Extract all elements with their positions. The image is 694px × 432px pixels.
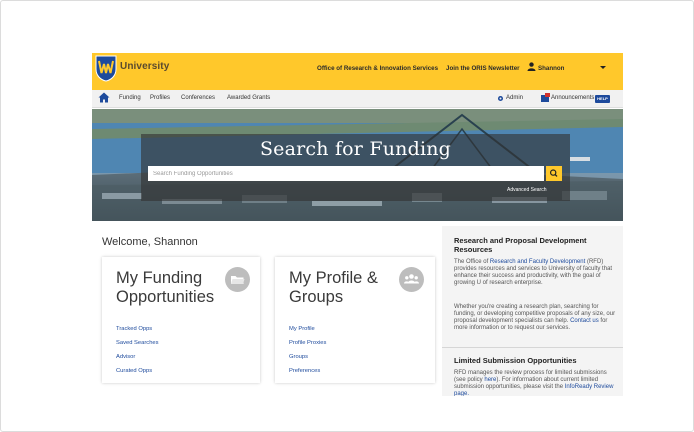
funding-opportunities-card: My Funding Opportunities Tracked Opps Sa…: [102, 257, 260, 383]
preferences-link[interactable]: Preferences: [289, 368, 320, 374]
card-title-line1: My Profile &: [289, 269, 378, 287]
search-title: Search for Funding: [259, 138, 452, 160]
resources-sidebar: Research and Proposal Development Resour…: [442, 226, 623, 396]
hero-banner: Search for Funding Advanced Search: [92, 109, 623, 221]
admin-link[interactable]: Admin: [506, 95, 523, 101]
saved-searches-link[interactable]: Saved Searches: [116, 340, 159, 346]
home-icon[interactable]: [98, 92, 110, 103]
resources-heading: Research and Proposal Development Resour…: [454, 236, 587, 254]
tracked-opps-link[interactable]: Tracked Opps: [116, 326, 152, 332]
sidebar-divider: [442, 347, 623, 348]
nav-conferences[interactable]: Conferences: [181, 95, 215, 101]
help-button[interactable]: HELP: [595, 95, 610, 103]
app-window: University Office of Research & Innovati…: [92, 53, 623, 396]
limited-submission-paragraph: RFD manages the review process for limit…: [454, 370, 617, 396]
rfd-link[interactable]: Research and Faculty Development: [490, 259, 585, 265]
folder-icon: [225, 267, 250, 292]
browser-frame: University Office of Research & Innovati…: [0, 0, 694, 432]
policy-here-link[interactable]: here: [484, 377, 496, 383]
welcome-heading: Welcome, Shannon: [102, 236, 198, 248]
card-title-line1: My Funding: [116, 269, 203, 287]
user-icon: [527, 62, 536, 71]
groups-link[interactable]: Groups: [289, 354, 308, 360]
nav-funding[interactable]: Funding: [119, 95, 141, 101]
user-name[interactable]: Shannon: [538, 65, 564, 72]
search-icon: [549, 169, 558, 177]
curated-opps-link[interactable]: Curated Opps: [116, 368, 152, 374]
profile-groups-card: My Profile & Groups My Profile Profile P…: [275, 257, 435, 383]
limited-submission-heading: Limited Submission Opportunities: [454, 356, 577, 365]
card-title-line2: Groups: [289, 288, 344, 306]
oris-link[interactable]: Office of Research & Innovation Services: [317, 65, 438, 72]
card-title[interactable]: My Funding Opportunities: [116, 269, 214, 307]
nav-profiles[interactable]: Profiles: [150, 95, 170, 101]
search-input[interactable]: [148, 166, 544, 181]
search-panel: Search for Funding Advanced Search: [141, 134, 570, 201]
university-logo-icon[interactable]: [95, 55, 117, 82]
newsletter-link[interactable]: Join the ORIS Newsletter: [446, 65, 520, 72]
chevron-down-icon[interactable]: [600, 66, 606, 69]
resources-paragraph-2: Whether you're creating a research plan,…: [454, 304, 617, 332]
brand-name[interactable]: University: [120, 61, 169, 72]
resources-paragraph-1: The Office of Research and Faculty Devel…: [454, 259, 617, 287]
my-profile-link[interactable]: My Profile: [289, 326, 315, 332]
contact-us-link[interactable]: Contact us: [570, 318, 599, 324]
announcements-link[interactable]: Announcements: [551, 95, 594, 101]
text-span: The Office of: [454, 259, 490, 265]
main-nav: Funding Profiles Conferences Awarded Gra…: [92, 90, 623, 108]
search-button[interactable]: [546, 166, 562, 181]
card-title[interactable]: My Profile & Groups: [289, 269, 378, 307]
advanced-search-link[interactable]: Advanced Search: [507, 187, 546, 193]
profile-proxies-link[interactable]: Profile Proxies: [289, 340, 326, 346]
nav-awarded-grants[interactable]: Awarded Grants: [227, 95, 270, 101]
advisor-link[interactable]: Advisor: [116, 354, 135, 360]
top-header: University Office of Research & Innovati…: [92, 53, 623, 90]
megaphone-icon: [541, 93, 550, 102]
gear-icon: [497, 95, 504, 102]
card-title-line2: Opportunities: [116, 288, 215, 306]
group-icon: [399, 267, 424, 292]
